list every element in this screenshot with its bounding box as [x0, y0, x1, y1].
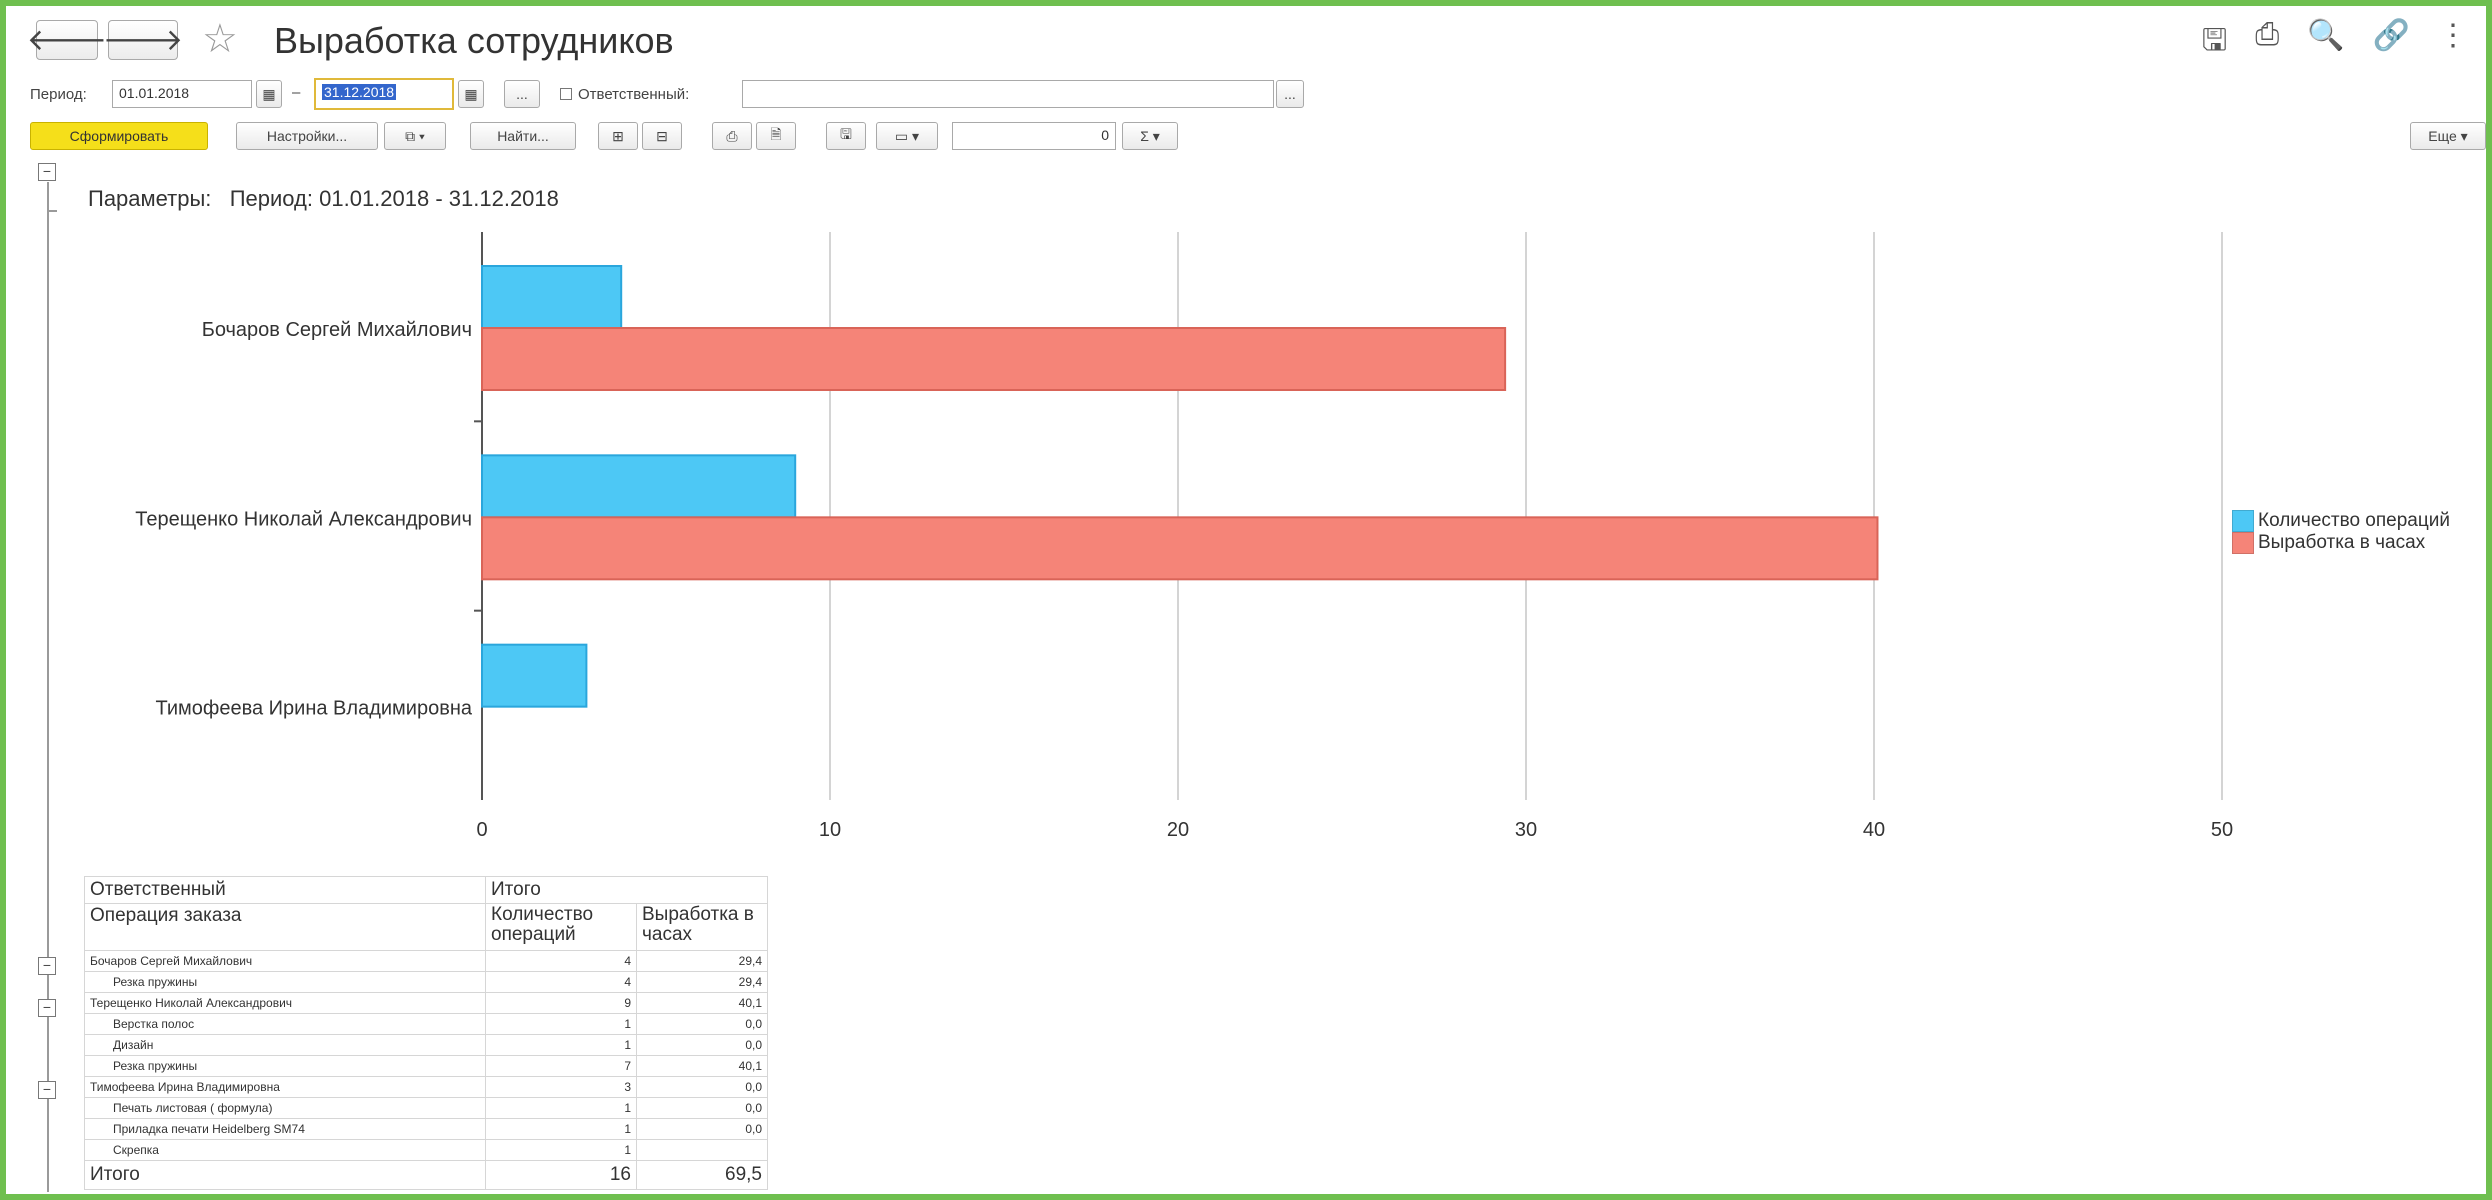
row-name: Бочаров Сергей Михайлович [84, 950, 486, 972]
legend-swatch [2232, 510, 2254, 532]
table-total-row: Итого 16 69,5 [84, 1160, 768, 1190]
group-toggle-icon[interactable]: − [38, 999, 56, 1017]
table-group-row: Терещенко Николай Александрович 9 40,1 [84, 992, 768, 1014]
y-category-label: Тимофеева Ирина Владимировна [156, 698, 473, 720]
report-table: Ответственный Итого Операция заказа Коли… [84, 876, 768, 1190]
bar-operations [481, 643, 588, 708]
total-qty: 16 [485, 1160, 637, 1190]
bar-operations [481, 265, 623, 329]
table-header-row: Ответственный Итого [84, 876, 768, 904]
row-hours: 0,0 [636, 1076, 768, 1098]
row-qty: 1 [485, 1139, 637, 1161]
header-cell: Операция заказа [84, 903, 486, 951]
x-tick-label: 20 [1167, 819, 1189, 841]
bar-hours [481, 327, 1507, 391]
row-hours [636, 1139, 768, 1161]
row-hours: 0,0 [636, 1097, 768, 1119]
table-row: Верстка полос 1 0,0 [84, 1013, 768, 1035]
header-cell: Ответственный [84, 876, 486, 904]
row-name: Дизайн [84, 1034, 486, 1056]
row-qty: 1 [485, 1034, 637, 1056]
table-row: Печать листовая ( формула) 1 0,0 [84, 1097, 768, 1119]
table-group-row: Бочаров Сергей Михайлович 4 29,4 [84, 950, 768, 972]
report-table-wrap: Ответственный Итого Операция заказа Коли… [84, 876, 768, 1190]
row-name: Печать листовая ( формула) [84, 1097, 486, 1119]
row-hours: 0,0 [636, 1118, 768, 1140]
row-name: Верстка полос [84, 1013, 486, 1035]
row-name: Терещенко Николай Александрович [84, 992, 486, 1014]
y-category-label: Терещенко Николай Александрович [135, 508, 472, 530]
row-hours: 0,0 [636, 1034, 768, 1056]
row-hours: 29,4 [636, 950, 768, 972]
chart-legend: Количество операций Выработка в часах [2232, 510, 2450, 554]
bar-operations [481, 454, 797, 519]
row-hours: 40,1 [636, 1055, 768, 1077]
row-qty: 1 [485, 1118, 637, 1140]
total-hours: 69,5 [636, 1160, 768, 1190]
bar-hours [481, 516, 1879, 581]
header-cell: Количество операций [485, 903, 637, 951]
x-tick-label: 10 [819, 819, 841, 841]
row-qty: 9 [485, 992, 637, 1014]
row-qty: 1 [485, 1013, 637, 1035]
table-row: Скрепка 1 [84, 1139, 768, 1161]
table-body: Бочаров Сергей Михайлович 4 29,4 Резка пруж… [84, 950, 768, 1161]
row-name: Приладка печати Heidelberg SM74 [84, 1118, 486, 1140]
row-name: Резка пружины [84, 971, 486, 993]
x-tick-label: 30 [1515, 819, 1537, 841]
row-name: Скрепка [84, 1139, 486, 1161]
x-tick-label: 0 [476, 819, 487, 841]
row-name: Тимофеева Ирина Владимировна [84, 1076, 486, 1098]
row-hours: 40,1 [636, 992, 768, 1014]
legend-swatch [2232, 532, 2254, 554]
y-category-label: Бочаров Сергей Михайлович [202, 319, 472, 341]
chart: 0 10 20 30 40 50 Бочаров Сергей Михайлович Тере… [135, 232, 2233, 841]
total-label: Итого [84, 1160, 486, 1190]
row-qty: 1 [485, 1097, 637, 1119]
x-tick-label: 40 [1863, 819, 1885, 841]
header-cell: Выработка в часах [636, 903, 768, 951]
row-qty: 4 [485, 950, 637, 972]
table-row: Резка пружины 7 40,1 [84, 1055, 768, 1077]
row-hours: 0,0 [636, 1013, 768, 1035]
x-tick-label: 50 [2211, 819, 2233, 841]
table-header-row: Операция заказа Количество операций Выра… [84, 903, 768, 951]
table-group-row: Тимофеева Ирина Владимировна 3 0,0 [84, 1076, 768, 1098]
row-qty: 3 [485, 1076, 637, 1098]
legend-label: Количество операций [2258, 510, 2450, 531]
row-qty: 4 [485, 971, 637, 993]
header-cell: Итого [485, 876, 768, 904]
legend-label: Выработка в часах [2258, 532, 2426, 553]
group-toggle-icon[interactable]: − [38, 957, 56, 975]
legend-item-operations: Количество операций [2232, 510, 2450, 532]
table-row: Приладка печати Heidelberg SM74 1 0,0 [84, 1118, 768, 1140]
row-qty: 7 [485, 1055, 637, 1077]
row-hours: 29,4 [636, 971, 768, 993]
row-name: Резка пружины [84, 1055, 486, 1077]
table-row: Резка пружины 4 29,4 [84, 971, 768, 993]
group-toggle-icon[interactable]: − [38, 1081, 56, 1099]
table-row: Дизайн 1 0,0 [84, 1034, 768, 1056]
legend-item-hours: Выработка в часах [2232, 532, 2450, 554]
